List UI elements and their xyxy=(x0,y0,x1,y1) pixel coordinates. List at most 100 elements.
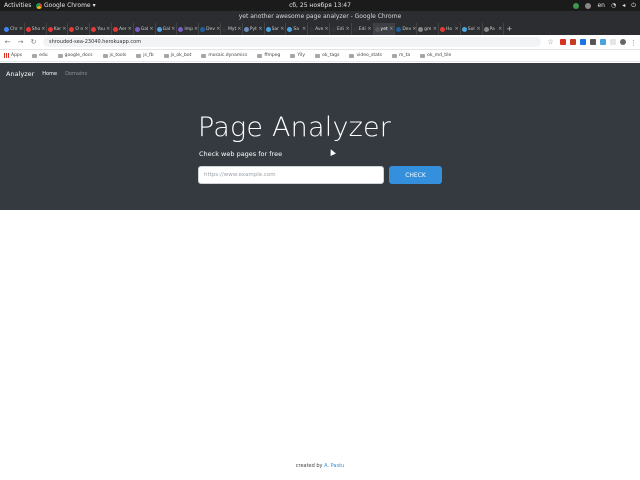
favicon-icon xyxy=(461,26,467,32)
nav-link-domains[interactable]: Domains xyxy=(65,71,87,77)
favicon-icon xyxy=(396,26,402,32)
author-link[interactable]: A. Pastu xyxy=(324,463,344,469)
profile-avatar[interactable] xyxy=(620,39,626,45)
reload-icon[interactable]: ↻ xyxy=(30,38,37,46)
close-icon[interactable]: × xyxy=(194,26,198,32)
browser-tab[interactable]: Ho × xyxy=(439,23,461,35)
star-icon[interactable]: ☆ xyxy=(547,38,554,46)
close-icon[interactable]: × xyxy=(324,26,328,32)
close-icon[interactable]: × xyxy=(346,26,350,32)
close-icon[interactable]: × xyxy=(433,26,437,32)
bookmark-folder[interactable]: Yily xyxy=(290,53,305,58)
menu-icon[interactable]: ⋮ xyxy=(630,39,637,47)
browser-tab[interactable]: Pyt × xyxy=(243,23,265,35)
tab-label: Myt xyxy=(227,26,237,32)
folder-icon xyxy=(257,53,263,58)
browser-tab[interactable]: Dev × xyxy=(395,23,418,35)
browser-tab[interactable]: Edi × xyxy=(352,23,374,35)
bookmark-folder[interactable]: js_ok_bot xyxy=(163,53,192,58)
close-icon[interactable]: × xyxy=(106,26,110,32)
system-tray[interactable]: en ◔ ◂ ⏻ xyxy=(573,0,636,11)
extension-icon[interactable] xyxy=(590,39,596,45)
browser-tab[interactable]: Chr × xyxy=(3,23,25,35)
volume-icon: ◂ xyxy=(622,2,626,9)
language-indicator[interactable]: en xyxy=(597,0,605,11)
bookmark-folder[interactable]: video_stats xyxy=(349,53,382,58)
tab-label: Pa xyxy=(489,26,495,32)
browser-tab[interactable]: Imp × xyxy=(177,23,200,35)
tab-label: Kar xyxy=(53,26,62,32)
close-icon[interactable]: × xyxy=(389,26,393,32)
browser-tab[interactable]: Ave × xyxy=(308,23,330,35)
tab-label: Edi xyxy=(358,26,366,32)
system-clock[interactable]: сб, 25 ноября 13:47 xyxy=(0,0,640,11)
close-icon[interactable]: × xyxy=(476,26,480,32)
extension-icon[interactable] xyxy=(570,39,576,45)
browser-tab[interactable]: Sol × xyxy=(461,23,483,35)
close-icon[interactable]: × xyxy=(84,26,88,32)
close-icon[interactable]: × xyxy=(455,26,459,32)
close-icon[interactable]: × xyxy=(62,26,66,32)
close-icon[interactable]: × xyxy=(149,26,153,32)
close-icon[interactable]: × xyxy=(412,26,416,32)
bookmark-label: video_stats xyxy=(356,53,382,58)
browser-tab[interactable]: You × xyxy=(90,23,112,35)
close-icon[interactable]: × xyxy=(258,26,262,32)
favicon-icon xyxy=(69,26,75,32)
new-tab-button[interactable]: + xyxy=(504,23,514,35)
extension-icon[interactable] xyxy=(610,39,616,45)
browser-tab[interactable]: Sa × xyxy=(286,23,309,35)
close-icon[interactable]: × xyxy=(19,26,23,32)
browser-tab[interactable]: Dev × xyxy=(199,23,221,35)
close-icon[interactable]: × xyxy=(280,26,284,32)
bookmark-label: ok_md_tile xyxy=(427,53,452,58)
extension-icon[interactable] xyxy=(580,39,586,45)
browser-tab[interactable]: Sho × xyxy=(25,23,47,35)
apps-icon xyxy=(4,53,9,58)
bookmark-folder[interactable]: edu xyxy=(32,53,48,58)
close-icon[interactable]: × xyxy=(498,26,502,32)
browser-tab[interactable]: Pa × xyxy=(483,23,505,35)
close-icon[interactable]: × xyxy=(41,26,45,32)
bookmark-folder[interactable]: ok_md_tile xyxy=(420,53,451,58)
bookmark-folder[interactable]: ok_tags xyxy=(315,53,339,58)
bookmark-folder[interactable]: js_tools xyxy=(102,53,126,58)
apps-bookmark[interactable]: Apps xyxy=(4,53,22,58)
bookmark-folder[interactable]: m_ta xyxy=(391,53,410,58)
close-icon[interactable]: × xyxy=(367,26,371,32)
nav-link-home[interactable]: Home xyxy=(42,71,57,77)
browser-tab[interactable]: Aer × xyxy=(112,23,134,35)
browser-tab[interactable]: yet × xyxy=(373,23,396,35)
bookmark-label: mosaic.dynamics xyxy=(208,53,248,58)
mouse-cursor-icon xyxy=(328,148,336,156)
check-button[interactable]: CHECK xyxy=(389,166,442,184)
browser-tab[interactable]: Gal × xyxy=(134,23,156,35)
address-bar[interactable]: shrouded-sea-23040.herokuapp.com xyxy=(43,37,541,47)
url-input[interactable] xyxy=(198,166,384,184)
favicon-icon xyxy=(47,26,53,32)
extension-icon[interactable] xyxy=(600,39,606,45)
browser-tab[interactable]: O n × xyxy=(68,23,91,35)
bookmark-folder[interactable]: ffmpeg xyxy=(257,53,280,58)
bookmark-folder[interactable]: google_docs xyxy=(57,53,93,58)
forward-icon[interactable]: → xyxy=(17,38,24,46)
browser-tab[interactable]: Edi × xyxy=(330,23,352,35)
close-icon[interactable]: × xyxy=(171,26,175,32)
browser-tab[interactable]: Myt × xyxy=(221,23,243,35)
browser-tab[interactable]: Sar × xyxy=(265,23,287,35)
close-icon[interactable]: × xyxy=(302,26,306,32)
browser-tab[interactable]: Gal × xyxy=(156,23,178,35)
close-icon[interactable]: × xyxy=(128,26,132,32)
favicon-icon xyxy=(439,26,445,32)
bookmark-label: js_ok_bot xyxy=(170,53,192,58)
browser-tab[interactable]: gm × xyxy=(417,23,439,35)
browser-tab[interactable]: Kar × xyxy=(47,23,69,35)
back-icon[interactable]: ← xyxy=(4,38,11,46)
extension-icon[interactable] xyxy=(560,39,566,45)
brand-link[interactable]: Analyzer xyxy=(6,70,34,78)
close-icon[interactable]: × xyxy=(216,26,220,32)
folder-icon xyxy=(290,53,296,58)
bookmark-folder[interactable]: js_fb xyxy=(136,53,154,58)
close-icon[interactable]: × xyxy=(237,26,241,32)
bookmark-folder[interactable]: mosaic.dynamics xyxy=(201,53,247,58)
